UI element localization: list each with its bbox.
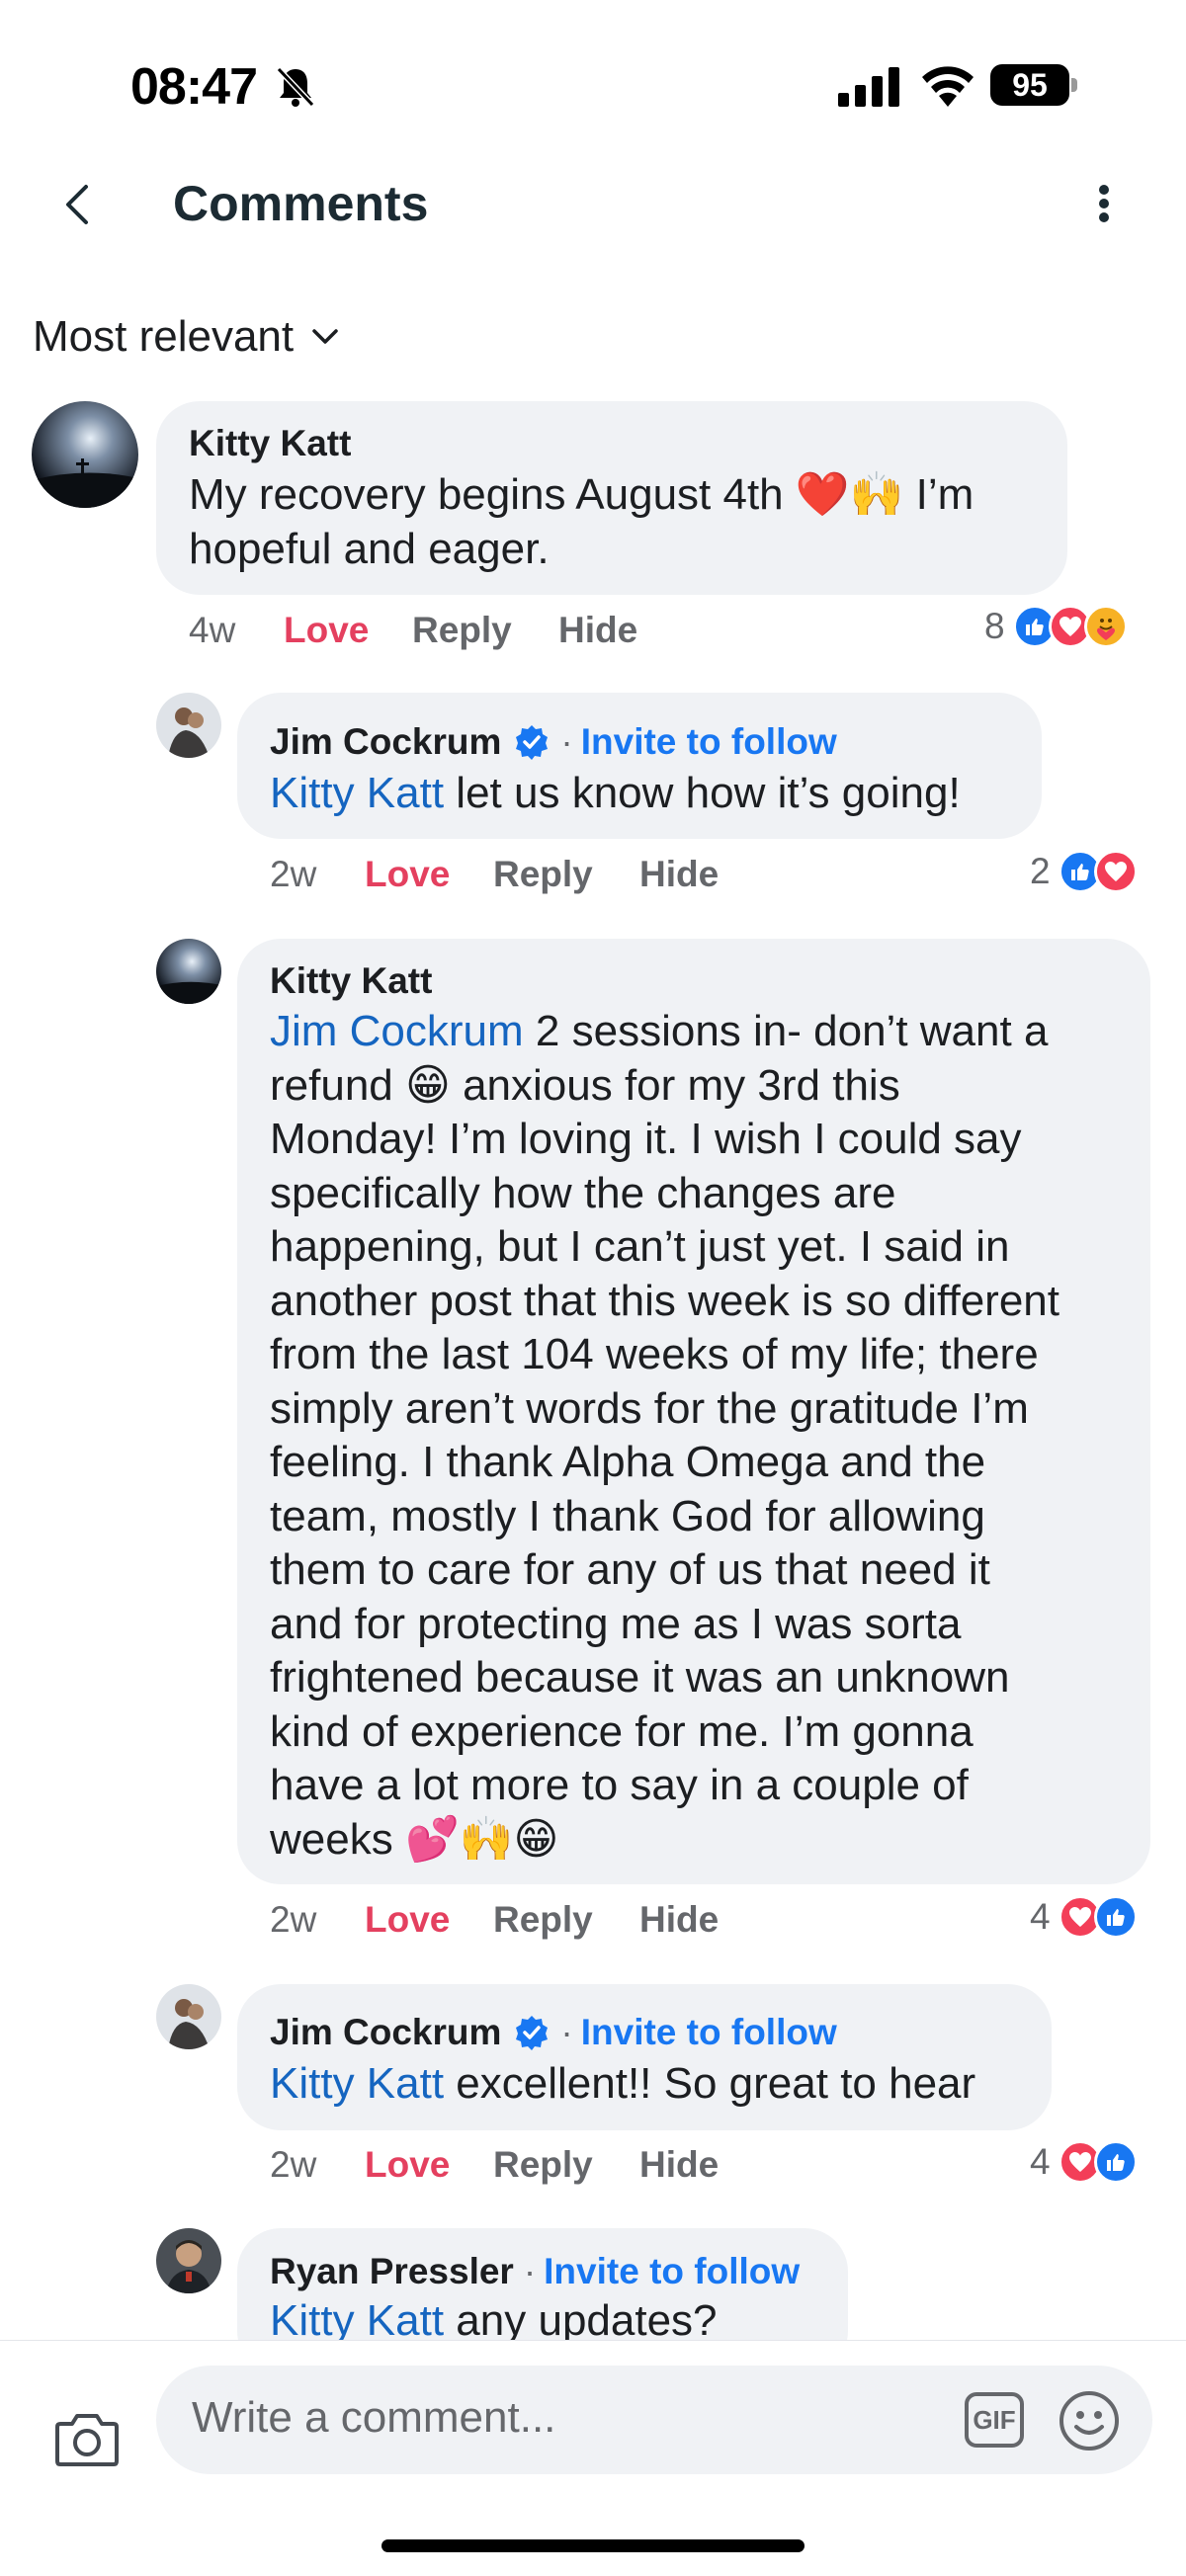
chevron-down-icon: [312, 329, 338, 344]
clock: 08:47: [130, 58, 258, 116]
sort-label: Most relevant: [33, 312, 295, 361]
back-button[interactable]: [49, 170, 105, 239]
reply-button[interactable]: Reply: [412, 610, 558, 651]
comment-age: 2w: [270, 2144, 317, 2185]
reaction-summary[interactable]: 4: [1030, 2140, 1138, 2184]
comment-age: 2w: [270, 1899, 317, 1940]
reaction-summary[interactable]: 4: [1030, 1895, 1138, 1939]
like-reaction-icon: [1093, 1895, 1138, 1939]
reply-button[interactable]: Reply: [493, 1899, 639, 1941]
comment-text: My recovery begins August 4th ❤️🙌 I’m ho…: [189, 470, 974, 573]
status-bar: 08:47 95: [0, 0, 1186, 168]
reaction-count: 8: [984, 606, 1005, 646]
top-bar: Comments: [0, 158, 1186, 277]
comment-input-placeholder: Write a comment...: [192, 2393, 556, 2442]
battery-icon: 95: [990, 64, 1079, 106]
comment-age: 4w: [189, 610, 236, 650]
love-button[interactable]: Love: [284, 610, 412, 651]
avatar[interactable]: [156, 1984, 221, 2049]
comment-actions: 4w Love Reply Hide: [189, 610, 637, 651]
mention-link[interactable]: Kitty Katt: [270, 2059, 444, 2108]
comment-author-row: Jim Cockrum · Invite to follow: [270, 721, 837, 763]
emoji-icon[interactable]: [1058, 2389, 1121, 2452]
comment-age: 2w: [270, 854, 317, 894]
like-reaction-icon: [1093, 2140, 1138, 2184]
comment-author[interactable]: Jim Cockrum: [270, 2012, 501, 2053]
comment-text: Kitty Katt excellent!! So great to hear: [270, 2059, 976, 2108]
comment-author[interactable]: Jim Cockrum: [270, 721, 501, 763]
love-button[interactable]: Love: [365, 854, 493, 895]
mention-link[interactable]: Jim Cockrum: [270, 1007, 524, 1055]
care-reaction-icon: [1083, 605, 1128, 648]
hide-button[interactable]: Hide: [639, 2144, 719, 2186]
comment-actions: 2w Love Reply Hide: [270, 1899, 719, 1941]
reaction-summary[interactable]: 2: [1030, 850, 1138, 893]
hide-button[interactable]: Hide: [558, 610, 637, 651]
back-arrow-icon: [66, 185, 88, 224]
love-reaction-icon: [1093, 850, 1138, 893]
verified-badge-icon: [516, 725, 549, 760]
invite-to-follow-link[interactable]: Invite to follow: [544, 2251, 800, 2292]
reply-button[interactable]: Reply: [493, 2144, 639, 2186]
more-vertical-icon[interactable]: [1079, 168, 1129, 239]
signal-icon: [838, 67, 899, 107]
invite-to-follow-link[interactable]: Invite to follow: [581, 721, 837, 763]
love-button[interactable]: Love: [365, 2144, 493, 2186]
gif-icon[interactable]: GIF: [965, 2392, 1024, 2448]
reaction-summary[interactable]: 8: [984, 605, 1128, 648]
avatar[interactable]: [156, 2228, 221, 2293]
home-indicator[interactable]: [381, 2539, 805, 2552]
reaction-count: 4: [1030, 1896, 1051, 1937]
comment-author[interactable]: Ryan Pressler: [270, 2251, 514, 2292]
reaction-count: 4: [1030, 2141, 1051, 2182]
comment-author[interactable]: Kitty Katt: [189, 423, 351, 464]
avatar[interactable]: [32, 401, 138, 508]
love-button[interactable]: Love: [365, 1899, 493, 1941]
comment-input[interactable]: Write a comment... GIF: [156, 2366, 1152, 2474]
comment-author-row: Ryan Pressler · Invite to follow: [270, 2251, 801, 2292]
battery-level: 95: [990, 64, 1069, 106]
page-title: Comments: [173, 176, 429, 231]
camera-icon[interactable]: [54, 2410, 120, 2467]
comment-actions: 2w Love Reply Hide: [270, 2144, 719, 2186]
comment-actions: 2w Love Reply Hide: [270, 854, 719, 895]
avatar[interactable]: [156, 939, 221, 1004]
bell-off-icon: [276, 66, 315, 108]
reply-button[interactable]: Reply: [493, 854, 639, 895]
sort-dropdown[interactable]: Most relevant: [33, 312, 339, 362]
mention-link[interactable]: Kitty Katt: [270, 2296, 444, 2345]
mention-link[interactable]: Kitty Katt: [270, 769, 444, 817]
verified-badge-icon: [516, 2016, 549, 2050]
hide-button[interactable]: Hide: [639, 854, 719, 895]
hide-button[interactable]: Hide: [639, 1899, 719, 1941]
reaction-count: 2: [1030, 851, 1051, 891]
comment-author-row: Jim Cockrum · Invite to follow: [270, 2012, 837, 2053]
comment-text: Jim Cockrum 2 sessions in- don’t want a …: [270, 1007, 1059, 1864]
invite-to-follow-link[interactable]: Invite to follow: [581, 2012, 837, 2053]
comment-text: Kitty Katt let us know how it’s going!: [270, 769, 961, 817]
comment-author[interactable]: Kitty Katt: [270, 960, 432, 1002]
wifi-icon: [922, 66, 974, 107]
avatar[interactable]: [156, 693, 221, 758]
